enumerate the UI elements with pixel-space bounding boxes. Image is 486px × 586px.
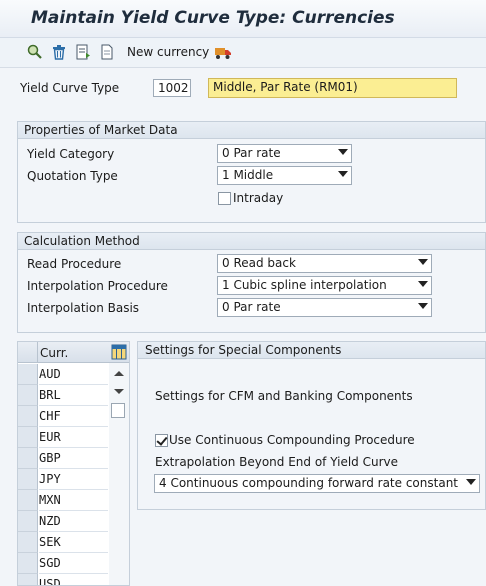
row-selector[interactable] — [18, 532, 38, 553]
table-row[interactable]: MXN — [18, 490, 108, 511]
row-selector[interactable] — [18, 553, 38, 574]
transport-icon[interactable] — [214, 43, 232, 61]
scroll-thumb[interactable] — [111, 403, 125, 418]
table-row[interactable]: CHF — [18, 406, 108, 427]
new-currency-button[interactable]: New currency — [127, 45, 209, 59]
page-title: Maintain Yield Curve Type: Currencies — [0, 0, 486, 38]
read-procedure-label: Read Procedure — [27, 257, 122, 271]
document-icon[interactable] — [98, 43, 116, 61]
chevron-down-icon — [418, 303, 428, 309]
currency-cell[interactable]: NZD — [39, 511, 108, 532]
continuous-compounding-checkbox[interactable] — [155, 434, 168, 447]
chevron-down-icon — [466, 479, 476, 485]
read-procedure-value: 0 Read back — [222, 256, 296, 270]
delete-icon[interactable] — [50, 43, 68, 61]
yield-category-label: Yield Category — [27, 147, 115, 161]
interpolation-basis-label: Interpolation Basis — [27, 301, 140, 315]
currency-cell[interactable]: GBP — [39, 448, 108, 469]
quotation-type-label: Quotation Type — [27, 169, 118, 183]
cfm-banking-subtitle: Settings for CFM and Banking Components — [155, 389, 413, 403]
currency-cell[interactable]: JPY — [39, 469, 108, 490]
table-row[interactable]: USD — [18, 574, 108, 585]
row-selector[interactable] — [18, 448, 38, 469]
chevron-down-icon — [338, 171, 348, 177]
row-selector[interactable] — [18, 490, 38, 511]
quotation-type-value: 1 Middle — [222, 168, 274, 182]
table-row[interactable]: JPY — [18, 469, 108, 490]
find-icon[interactable] — [26, 43, 44, 61]
market-data-title: Properties of Market Data — [18, 122, 485, 139]
extrapolation-label: Extrapolation Beyond End of Yield Curve — [155, 455, 399, 469]
yield-curve-type-field[interactable]: 1002 — [153, 79, 191, 97]
row-selector[interactable] — [18, 427, 38, 448]
scroll-down-icon[interactable] — [114, 389, 124, 394]
special-components-title: Settings for Special Components — [138, 342, 485, 359]
interpolation-basis-value: 0 Par rate — [222, 300, 281, 314]
scroll-up-icon[interactable] — [114, 371, 124, 376]
table-settings-icon[interactable] — [111, 344, 127, 363]
currency-column-header[interactable]: Curr. — [40, 346, 68, 360]
yield-curve-type-description: Middle, Par Rate (RM01) — [208, 78, 457, 98]
table-row[interactable]: BRL — [18, 385, 108, 406]
row-selector[interactable] — [18, 385, 38, 406]
export-icon[interactable] — [74, 43, 92, 61]
interpolation-procedure-select[interactable]: 1 Cubic spline interpolation — [217, 276, 432, 295]
row-selector[interactable] — [18, 511, 38, 532]
quotation-type-select[interactable]: 1 Middle — [217, 166, 352, 185]
chevron-down-icon — [418, 281, 428, 287]
row-selector[interactable] — [18, 364, 38, 385]
chevron-down-icon — [338, 149, 348, 155]
table-scrollbar[interactable] — [109, 363, 129, 585]
extrapolation-value: 4 Continuous compounding forward rate co… — [159, 476, 459, 490]
currency-cell[interactable]: BRL — [39, 385, 108, 406]
chevron-down-icon — [418, 259, 428, 265]
yield-curve-type-label: Yield Curve Type — [20, 81, 120, 95]
row-selector[interactable] — [18, 406, 38, 427]
toolbar: New currency — [0, 38, 486, 68]
intraday-label: Intraday — [233, 191, 284, 205]
table-row[interactable]: NZD — [18, 511, 108, 532]
currency-cell[interactable]: USD — [39, 574, 108, 585]
continuous-compounding-label: Use Continuous Compounding Procedure — [169, 433, 415, 447]
currency-cell[interactable]: SGD — [39, 553, 108, 574]
currency-cell[interactable]: MXN — [39, 490, 108, 511]
table-row[interactable]: GBP — [18, 448, 108, 469]
read-procedure-select[interactable]: 0 Read back — [217, 254, 432, 273]
currency-cell[interactable]: SEK — [39, 532, 108, 553]
currency-cell[interactable]: CHF — [39, 406, 108, 427]
table-row[interactable]: SEK — [18, 532, 108, 553]
table-header: Curr. — [18, 342, 129, 363]
interpolation-procedure-label: Interpolation Procedure — [27, 279, 168, 293]
table-row[interactable]: SGD — [18, 553, 108, 574]
row-selector[interactable] — [18, 574, 38, 585]
currency-table: Curr. AUD BRL CHF EUR GBP JPY MXN NZD SEK SGD USD — [17, 341, 130, 586]
table-row[interactable]: EUR — [18, 427, 108, 448]
currency-cell[interactable]: AUD — [39, 364, 108, 385]
yield-category-value: 0 Par rate — [222, 146, 281, 160]
select-all-cell[interactable] — [18, 342, 38, 363]
calculation-method-title: Calculation Method — [18, 233, 485, 250]
row-selector[interactable] — [18, 469, 38, 490]
interpolation-basis-select[interactable]: 0 Par rate — [217, 298, 432, 317]
yield-category-select[interactable]: 0 Par rate — [217, 144, 352, 163]
intraday-checkbox[interactable] — [218, 192, 231, 205]
extrapolation-select[interactable]: 4 Continuous compounding forward rate co… — [154, 474, 480, 493]
interpolation-procedure-value: 1 Cubic spline interpolation — [222, 278, 387, 292]
currency-cell[interactable]: EUR — [39, 427, 108, 448]
table-row[interactable]: AUD — [18, 364, 108, 385]
